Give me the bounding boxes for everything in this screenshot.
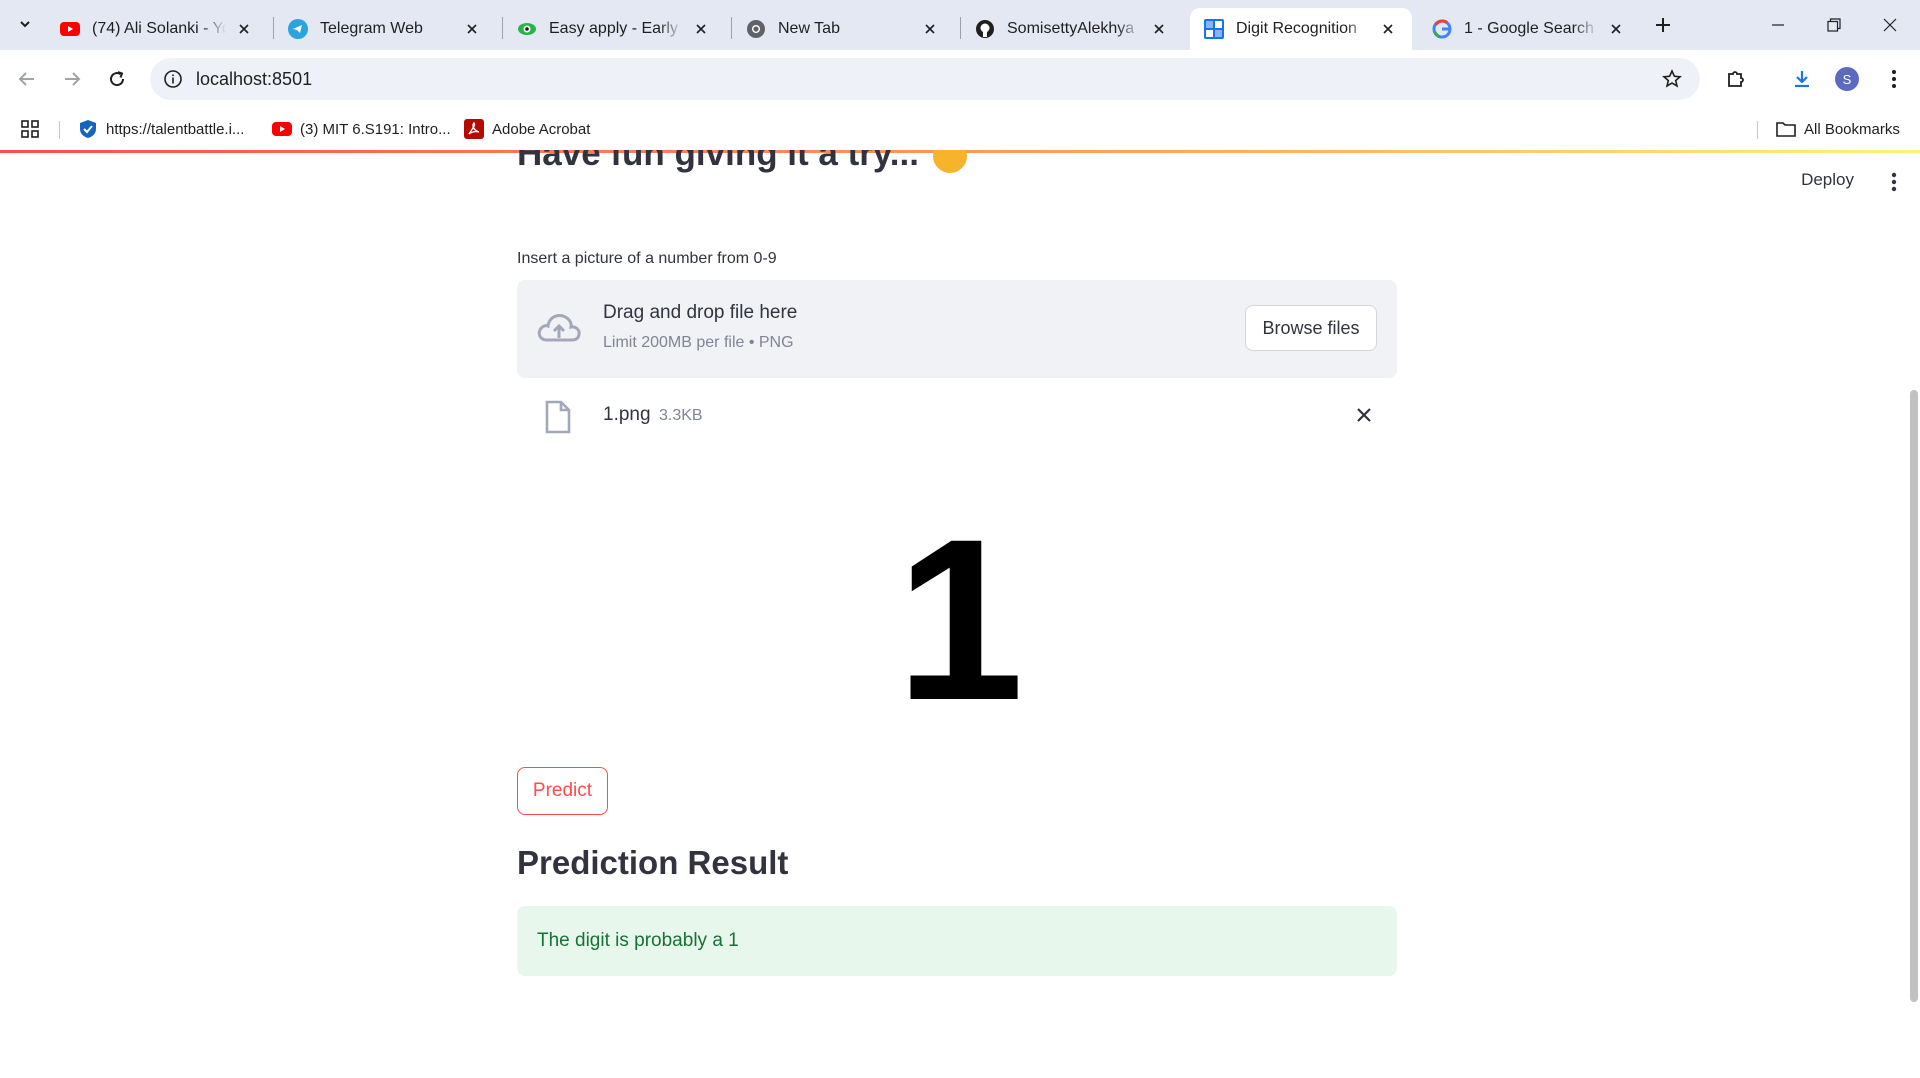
close-icon[interactable] (920, 19, 940, 39)
plus-icon (1656, 18, 1670, 32)
apps-button[interactable] (20, 117, 40, 141)
smile-emoji-icon (932, 150, 967, 173)
close-icon[interactable] (234, 19, 254, 39)
uploaded-file-row: 1.png 3.3KB (517, 390, 1397, 440)
tab-new-tab[interactable]: New Tab (732, 8, 954, 50)
cloud-upload-icon (537, 314, 581, 342)
bookmarks-separator (59, 121, 60, 139)
bookmarks-bar: https://talentbattle.i... (3) MIT 6.S191… (0, 108, 1920, 150)
predict-button[interactable]: Predict (517, 767, 608, 815)
new-tab-button[interactable] (1650, 12, 1676, 38)
tab-title: 1 - Google Search (1464, 20, 1594, 37)
restore-button[interactable] (1806, 0, 1862, 50)
tab-strip: (74) Ali Solanki - YouTube Telegram Web … (0, 0, 1920, 50)
digits-icon (1204, 19, 1224, 39)
bookmarks-separator (1757, 121, 1758, 139)
download-icon (1795, 71, 1809, 88)
all-bookmarks-label: All Bookmarks (1804, 120, 1900, 138)
tab-search-button[interactable] (12, 10, 38, 38)
arrow-right-icon (65, 72, 81, 86)
prediction-result-alert: The digit is probably a 1 (517, 906, 1397, 976)
site-info-icon[interactable] (162, 68, 184, 90)
arrow-left-icon (18, 72, 34, 86)
browser-toolbar: localhost:8501 S (0, 50, 1920, 108)
puzzle-icon (1728, 71, 1744, 87)
tab-easy-apply[interactable]: Easy apply - Early Talent (503, 8, 725, 50)
dropzone-title: Drag and drop file here (603, 302, 798, 323)
page-heading-text: Have fun giving it a try... (517, 150, 919, 173)
minimize-button[interactable] (1750, 0, 1806, 50)
close-icon[interactable] (1606, 19, 1626, 39)
youtube-icon (272, 119, 292, 139)
tab-google-search[interactable]: 1 - Google Search (1418, 8, 1640, 50)
tab-title: Telegram Web (320, 20, 423, 37)
bookmark-star-icon[interactable] (1660, 67, 1684, 91)
tab-github[interactable]: SomisettyAlekhya · GitHub (961, 8, 1183, 50)
forward-button[interactable] (55, 62, 89, 96)
chevron-down-icon (20, 21, 30, 28)
close-window-button[interactable] (1862, 0, 1918, 50)
tab-telegram[interactable]: Telegram Web (274, 8, 496, 50)
prediction-result-heading: Prediction Result (517, 844, 789, 881)
prediction-result-message: The digit is probably a 1 (537, 930, 739, 951)
tab-title: New Tab (778, 20, 840, 37)
file-dropzone[interactable]: Drag and drop file here Limit 200MB per … (517, 280, 1397, 378)
uploaded-digit-image: 1 (896, 491, 1024, 748)
close-icon[interactable] (691, 19, 711, 39)
tab-digit-recognition[interactable]: Digit Recognition (1190, 8, 1412, 50)
reload-button[interactable] (100, 62, 134, 96)
chrome-icon (746, 19, 766, 39)
close-icon[interactable] (462, 19, 482, 39)
eye-icon (517, 19, 537, 39)
google-icon (1432, 19, 1452, 39)
extensions-button[interactable] (1720, 63, 1752, 95)
tab-title: (74) Ali Solanki - YouTube (92, 20, 226, 37)
close-icon (1357, 408, 1371, 422)
tab-title: Digit Recognition (1236, 20, 1357, 37)
apps-grid-icon (21, 120, 39, 138)
file-icon (545, 400, 571, 434)
remove-file-button[interactable] (1353, 404, 1375, 426)
close-icon[interactable] (1378, 19, 1398, 39)
heading-clip: Have fun giving it a try... (0, 150, 1900, 184)
browse-files-button[interactable]: Browse files (1245, 305, 1377, 351)
bookmark-label: https://talentbattle.i... (106, 120, 245, 138)
scrollbar-thumb[interactable] (1910, 390, 1918, 1002)
bookmark-adobe-acrobat[interactable]: Adobe Acrobat (464, 117, 590, 141)
bookmark-label: Adobe Acrobat (492, 120, 591, 138)
page-heading: Have fun giving it a try... (517, 150, 967, 173)
back-button[interactable] (10, 62, 44, 96)
page-scrollbar[interactable] (1906, 150, 1920, 1078)
telegram-icon (288, 19, 308, 39)
acrobat-icon (464, 119, 484, 139)
restore-icon (1827, 18, 1841, 32)
more-vertical-icon (1892, 70, 1896, 88)
close-icon[interactable] (1149, 19, 1169, 39)
all-bookmarks-button[interactable]: All Bookmarks (1776, 117, 1900, 141)
shield-icon (78, 119, 98, 139)
github-icon (975, 19, 995, 39)
dropzone-limit: Limit 200MB per file • PNG (603, 334, 794, 351)
browser-menu-button[interactable] (1878, 63, 1910, 95)
url-text: localhost:8501 (196, 69, 313, 89)
profile-avatar[interactable]: S (1835, 67, 1859, 91)
youtube-icon (60, 19, 80, 39)
uploaded-file-size: 3.3KB (659, 407, 703, 424)
streamlit-page: Deploy Have fun giving it a try... Inser… (0, 150, 1920, 1078)
tab-title: Easy apply - Early Talent (549, 20, 683, 37)
file-uploader-label: Insert a picture of a number from 0-9 (517, 250, 777, 267)
folder-icon (1776, 119, 1796, 139)
bookmark-talentbattle[interactable]: https://talentbattle.i... (78, 117, 244, 141)
minimize-icon (1772, 24, 1784, 26)
tab-youtube[interactable]: (74) Ali Solanki - YouTube (46, 8, 268, 50)
close-icon (1883, 18, 1897, 32)
uploaded-file-name: 1.png (603, 404, 651, 425)
bookmark-mit-6s191[interactable]: (3) MIT 6.S191: Intro... (272, 117, 451, 141)
address-bar[interactable]: localhost:8501 (150, 58, 1700, 100)
reload-icon (110, 71, 125, 87)
bookmark-label: (3) MIT 6.S191: Intro... (300, 120, 451, 138)
downloads-button[interactable] (1786, 63, 1818, 95)
tab-title: SomisettyAlekhya · GitHub (1007, 20, 1141, 37)
